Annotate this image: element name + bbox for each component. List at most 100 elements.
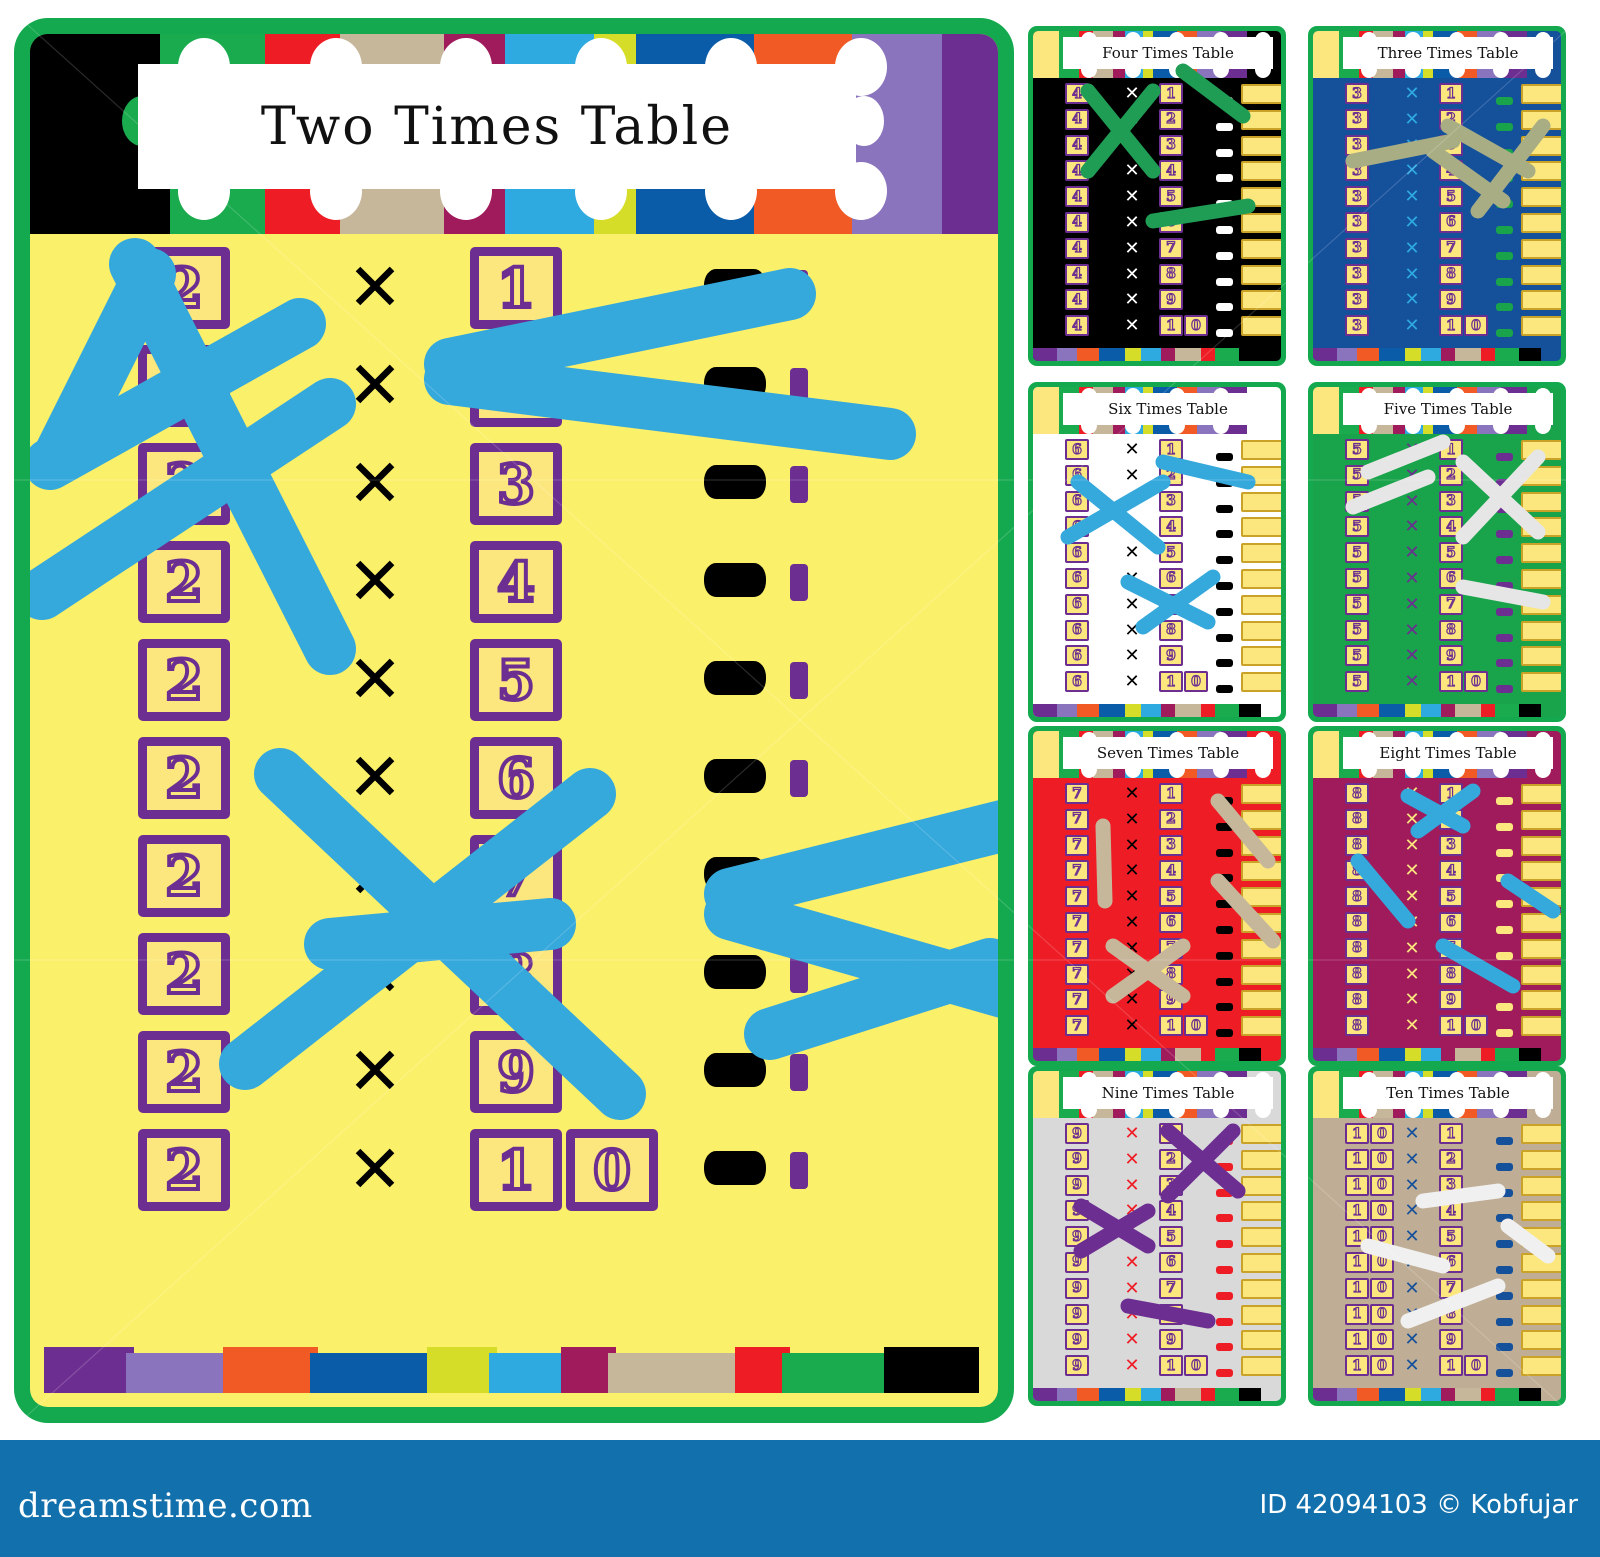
answer-box[interactable] xyxy=(790,1053,808,1091)
answer-box[interactable] xyxy=(790,857,808,895)
number-card: 1 xyxy=(470,1129,562,1211)
footer-bar: dreamstime.com ID 42094103 © Kobfujar xyxy=(0,1440,1600,1557)
answer-box[interactable] xyxy=(790,759,808,797)
strip-block xyxy=(941,34,998,234)
thumbnail-inner: Seven Times Table 7 ✕ 1 7 ✕ 2 7 ✕ 3 7 ✕ 4 7 ✕ 5 7 ✕ 6 7 ✕ 7 7… xyxy=(1033,731,1281,1061)
multiplier-cell: 10 xyxy=(470,1129,658,1211)
equation-row: 2 ✕ 5 xyxy=(30,631,998,729)
number-card: 0 xyxy=(566,1129,658,1211)
thumbnail-inner: Eight Times Table 8 ✕ 1 8 ✕ 2 8 ✕ 3 8 ✕ 4 8 ✕ 5 8 ✕ 6 8 ✕ 7 8… xyxy=(1313,731,1561,1061)
crayon-scribbles-thumb xyxy=(1345,118,1551,219)
equals-icon xyxy=(695,465,775,503)
multiply-icon: ✕ xyxy=(347,347,403,424)
multiplier-cell: 6 xyxy=(470,737,562,819)
answer-box[interactable] xyxy=(790,1151,808,1189)
thumbnail-card[interactable]: Five Times Table 5 ✕ 1 5 ✕ 2 5 ✕ 3 5 ✕ 4 5 ✕ 5 5 ✕ 6 5 ✕ 7 5 ✕… xyxy=(1308,382,1566,722)
strip-block xyxy=(310,1353,435,1393)
thumbnail-inner: Nine Times Table 9 ✕ 1 9 ✕ 2 9 ✕ 3 9 ✕ 4 9 ✕ 5 9 ✕ 6 9 ✕ 7 9 ✕… xyxy=(1033,1071,1281,1401)
image-id-credit: ID 42094103 © Kobfujar xyxy=(1259,1490,1578,1520)
equation-row: 2 ✕ 3 xyxy=(30,435,998,533)
multiplier-cell: 8 xyxy=(470,933,562,1015)
multiplicand-cell: 2 xyxy=(138,933,230,1015)
thumbnail-card[interactable]: Eight Times Table 8 ✕ 1 8 ✕ 2 8 ✕ 3 8 ✕ 4 8 ✕ 5 8 ✕ 6 8 ✕ 7 8… xyxy=(1308,726,1566,1066)
multiply-icon: ✕ xyxy=(347,739,403,816)
number-card: 2 xyxy=(138,247,230,329)
multiply-icon: ✕ xyxy=(347,1131,403,1208)
multiply-icon: ✕ xyxy=(347,837,403,914)
equals-icon xyxy=(695,1053,775,1091)
number-card: 5 xyxy=(470,639,562,721)
equals-icon xyxy=(695,955,775,993)
equation-row: 2 ✕ 6 xyxy=(30,729,998,827)
equation-row: 2 ✕ 7 xyxy=(30,827,998,925)
thumbnail-card[interactable]: Seven Times Table 7 ✕ 1 7 ✕ 2 7 ✕ 3 7 ✕ 4 7 ✕ 5 7 ✕ 6 7 ✕ 7 7… xyxy=(1028,726,1286,1066)
multiplicand-cell: 2 xyxy=(138,639,230,721)
multiplicand-cell: 2 xyxy=(138,1031,230,1113)
number-card: 2 xyxy=(138,443,230,525)
crayon-scribbles-thumb xyxy=(1350,783,1561,994)
multiply-icon: ✕ xyxy=(347,1033,403,1110)
crayon-scribbles-thumb xyxy=(1345,434,1551,610)
number-card: 2 xyxy=(138,1031,230,1113)
multiplier-cell: 4 xyxy=(470,541,562,623)
answer-box[interactable] xyxy=(790,367,808,405)
poster-stage: Two Times Table 2 ✕ 1 2 ✕ 2 2 ✕ 3 2 ✕ 4 2 ✕ 5 2 ✕ 6 2 ✕ 7 2 ✕ 8… xyxy=(0,0,1600,1440)
strip-block xyxy=(884,1347,979,1393)
main-poster-header: Two Times Table xyxy=(30,34,998,234)
multiplier-cell: 1 xyxy=(470,247,562,329)
multiplicand-cell: 2 xyxy=(138,737,230,819)
thumbnail-inner: Ten Times Table 1 0 ✕ 1 1 0 ✕ 2 1 0 ✕ 3 1 0 ✕ 4 1 0 ✕ 5 1 0 ✕ 6… xyxy=(1313,1071,1561,1401)
thumbnail-inner: Five Times Table 5 ✕ 1 5 ✕ 2 5 ✕ 3 5 ✕ 4 5 ✕ 5 5 ✕ 6 5 ✕ 7 5 ✕… xyxy=(1313,387,1561,717)
crayon-scribbles-thumb xyxy=(1095,793,1281,1004)
answer-box[interactable] xyxy=(790,465,808,503)
thumbnail-card[interactable]: Four Times Table 4 ✕ 1 4 ✕ 2 4 ✕ 3 4 ✕ 4 4 ✕ 5 4 ✕ 6 4 ✕ 7 4 ✕… xyxy=(1028,26,1286,366)
equals-icon xyxy=(695,563,775,601)
equals-icon xyxy=(695,857,775,895)
strip-block xyxy=(126,1353,231,1393)
answer-box[interactable] xyxy=(790,955,808,993)
number-card: 2 xyxy=(138,835,230,917)
strip-block xyxy=(223,1347,318,1393)
number-card: 8 xyxy=(470,933,562,1015)
strip-block xyxy=(782,1353,892,1393)
equation-row: 2 ✕ 9 xyxy=(30,1023,998,1121)
number-card: 2 xyxy=(138,737,230,819)
thumbnail-card[interactable]: Nine Times Table 9 ✕ 1 9 ✕ 2 9 ✕ 3 9 ✕ 4 9 ✕ 5 9 ✕ 6 9 ✕ 7 9 ✕… xyxy=(1028,1066,1286,1406)
number-card: 9 xyxy=(470,1031,562,1113)
number-card: 7 xyxy=(470,835,562,917)
footer-color-strip xyxy=(30,1337,998,1393)
multiplier-cell: 3 xyxy=(470,443,562,525)
crayon-scribbles-thumb xyxy=(1080,63,1256,229)
number-card: 2 xyxy=(138,933,230,1015)
strip-block xyxy=(489,1353,569,1393)
multiplier-cell: 7 xyxy=(470,835,562,917)
answer-box[interactable] xyxy=(790,563,808,601)
number-card: 6 xyxy=(470,737,562,819)
thumbnail-inner: Three Times Table 3 ✕ 1 3 ✕ 2 3 ✕ 3 3 ✕ 4 3 ✕ 5 3 ✕ 6 3 ✕ 7 3… xyxy=(1313,31,1561,361)
answer-box[interactable] xyxy=(790,269,808,307)
strip-block xyxy=(427,1347,497,1393)
multiply-icon: ✕ xyxy=(347,641,403,718)
crayon-scribbles-thumb xyxy=(1060,454,1256,635)
thumbnail-card[interactable]: Three Times Table 3 ✕ 1 3 ✕ 2 3 ✕ 3 3 ✕ 4 3 ✕ 5 3 ✕ 6 3 ✕ 7 3… xyxy=(1308,26,1566,366)
equation-rows: 2 ✕ 1 2 ✕ 2 2 ✕ 3 2 ✕ 4 2 ✕ 5 2 ✕ 6 2 ✕ 7 2 ✕ 8 2 ✕ 9 2 ✕ 1 0 xyxy=(30,239,998,1219)
thumbnail-inner: Four Times Table 4 ✕ 1 4 ✕ 2 4 ✕ 3 4 ✕ 4 4 ✕ 5 4 ✕ 6 4 ✕ 7 4 ✕… xyxy=(1033,31,1281,361)
thumbnail-card[interactable]: Six Times Table 6 ✕ 1 6 ✕ 2 6 ✕ 3 6 ✕ 4 6 ✕ 5 6 ✕ 6 6 ✕ 7 6 ✕ 8… xyxy=(1028,382,1286,722)
number-card: 3 xyxy=(470,443,562,525)
equation-row: 2 ✕ 2 xyxy=(30,337,998,435)
thumbnail-inner: Six Times Table 6 ✕ 1 6 ✕ 2 6 ✕ 3 6 ✕ 4 6 ✕ 5 6 ✕ 6 6 ✕ 7 6 ✕ 8… xyxy=(1033,387,1281,717)
equals-icon xyxy=(695,269,775,307)
crayon-scribbles-thumb xyxy=(1073,1123,1246,1329)
multiplicand-cell: 2 xyxy=(138,345,230,427)
equals-icon xyxy=(695,367,775,405)
answer-box[interactable] xyxy=(790,661,808,699)
number-card: 2 xyxy=(138,541,230,623)
multiplicand-cell: 2 xyxy=(138,541,230,623)
equation-row: 2 ✕ 1 xyxy=(30,239,998,337)
number-card: 2 xyxy=(138,345,230,427)
multiply-icon: ✕ xyxy=(347,543,403,620)
main-poster-inner: Two Times Table 2 ✕ 1 2 ✕ 2 2 ✕ 3 2 ✕ 4 2 ✕ 5 2 ✕ 6 2 ✕ 7 2 ✕ 8… xyxy=(30,34,998,1407)
multiplier-cell: 2 xyxy=(470,345,562,427)
equals-icon xyxy=(695,661,775,699)
thumbnail-card[interactable]: Ten Times Table 1 0 ✕ 1 1 0 ✕ 2 1 0 ✕ 3 1 0 ✕ 4 1 0 ✕ 5 1 0 ✕ 6… xyxy=(1308,1066,1566,1406)
